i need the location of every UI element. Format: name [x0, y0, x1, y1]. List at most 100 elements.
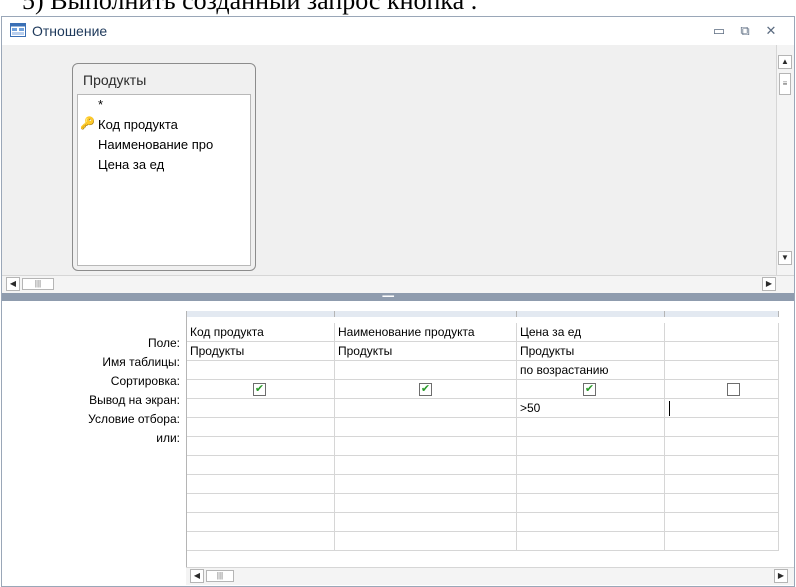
- cell-criteria[interactable]: >50: [517, 399, 665, 418]
- upper-vertical-scrollbar[interactable]: ▲ ≡ ▼: [776, 45, 794, 275]
- scroll-right-icon[interactable]: ▶: [774, 569, 788, 583]
- cell-empty[interactable]: [665, 456, 779, 475]
- primary-key-icon: 🔑: [80, 116, 95, 130]
- query-window: Отношение ▭ ⧉ ✕ Продукты * 🔑 Код продукт…: [1, 16, 795, 587]
- title-bar: Отношение ▭ ⧉ ✕: [2, 17, 794, 45]
- cell-empty[interactable]: [187, 532, 335, 551]
- scroll-up-icon[interactable]: ▲: [778, 55, 792, 69]
- cell-field[interactable]: Цена за ед: [517, 323, 665, 342]
- row-label-criteria: Условие отбора:: [88, 412, 180, 426]
- upper-horizontal-scrollbar[interactable]: ◀ ||| ▶: [2, 275, 794, 293]
- cell-sort[interactable]: [335, 361, 517, 380]
- grid-column: [665, 311, 779, 551]
- text-cursor: [669, 401, 670, 416]
- cell-criteria[interactable]: [335, 399, 517, 418]
- query-window-icon: [10, 23, 26, 37]
- cell-criteria[interactable]: [665, 399, 779, 418]
- window-title: Отношение: [32, 23, 108, 39]
- row-label-table: Имя таблицы:: [102, 355, 180, 369]
- cell-or[interactable]: [335, 418, 517, 437]
- minimize-icon: ▭: [712, 23, 726, 38]
- cell-empty[interactable]: [335, 513, 517, 532]
- cell-empty[interactable]: [335, 456, 517, 475]
- cell-empty[interactable]: [665, 494, 779, 513]
- scroll-right-icon[interactable]: ▶: [762, 277, 776, 291]
- cell-table[interactable]: Продукты: [187, 342, 335, 361]
- cell-table[interactable]: [665, 342, 779, 361]
- minimize-button[interactable]: ▭: [708, 21, 730, 41]
- table-pane[interactable]: Продукты * 🔑 Код продукта Наименование п…: [2, 45, 794, 293]
- field-item[interactable]: 🔑 Код продукта: [80, 116, 178, 132]
- cell-empty[interactable]: [517, 437, 665, 456]
- document-text: 5) Выполнить созданный запрос кнопка .: [22, 0, 478, 15]
- column-selector[interactable]: [335, 311, 517, 317]
- design-grid: Код продукта Продукты ✔ Наименование про…: [186, 311, 779, 567]
- column-selector[interactable]: [517, 311, 665, 317]
- cell-field[interactable]: [665, 323, 779, 342]
- table-name[interactable]: Продукты: [83, 72, 146, 88]
- field-all[interactable]: *: [98, 97, 103, 112]
- cell-or[interactable]: [517, 418, 665, 437]
- table-field-list[interactable]: Продукты * 🔑 Код продукта Наименование п…: [72, 63, 256, 271]
- cell-empty[interactable]: [517, 513, 665, 532]
- cell-empty[interactable]: [665, 437, 779, 456]
- scroll-thumb[interactable]: |||: [22, 278, 54, 290]
- grid-column: Код продукта Продукты ✔: [187, 311, 335, 551]
- cell-empty[interactable]: [665, 532, 779, 551]
- show-checkbox[interactable]: ✔: [419, 383, 432, 396]
- cell-field[interactable]: Наименование продукта: [335, 323, 517, 342]
- scroll-down-icon[interactable]: ▼: [778, 251, 792, 265]
- field-label: Код продукта: [98, 117, 178, 132]
- column-selector[interactable]: [187, 311, 335, 317]
- restore-icon: ⧉: [740, 23, 750, 38]
- cell-table[interactable]: Продукты: [335, 342, 517, 361]
- cell-empty[interactable]: [517, 456, 665, 475]
- cell-empty[interactable]: [187, 456, 335, 475]
- row-label-field: Поле:: [147, 336, 180, 350]
- scroll-left-icon[interactable]: ◀: [190, 569, 204, 583]
- row-label-or: или:: [156, 431, 180, 445]
- pane-splitter[interactable]: ▪▪▪▪▪▪▪▪▪▪: [2, 293, 794, 301]
- cell-empty[interactable]: [665, 513, 779, 532]
- design-grid-pane: Поле: Имя таблицы: Сортировка: Вывод на …: [2, 301, 794, 586]
- cell-or[interactable]: [665, 418, 779, 437]
- show-checkbox[interactable]: ✔: [253, 383, 266, 396]
- cell-empty[interactable]: [187, 437, 335, 456]
- cell-empty[interactable]: [517, 494, 665, 513]
- cell-empty[interactable]: [517, 475, 665, 494]
- cell-table[interactable]: Продукты: [517, 342, 665, 361]
- checkmark-icon: ✔: [584, 383, 595, 395]
- cell-empty[interactable]: [335, 532, 517, 551]
- cell-empty[interactable]: [335, 437, 517, 456]
- restore-button[interactable]: ⧉: [734, 21, 756, 41]
- cell-sort[interactable]: [187, 361, 335, 380]
- field-list[interactable]: * 🔑 Код продукта Наименование про Цена з…: [77, 94, 251, 266]
- scroll-left-icon[interactable]: ◀: [6, 277, 20, 291]
- cell-criteria[interactable]: [187, 399, 335, 418]
- column-selector[interactable]: [665, 311, 779, 317]
- close-icon: ✕: [765, 23, 777, 38]
- show-checkbox[interactable]: ✔: [583, 383, 596, 396]
- close-button[interactable]: ✕: [760, 21, 782, 41]
- cell-field[interactable]: Код продукта: [187, 323, 335, 342]
- cell-empty[interactable]: [665, 475, 779, 494]
- cell-empty[interactable]: [517, 532, 665, 551]
- cell-empty[interactable]: [335, 494, 517, 513]
- splitter-grip-icon: ▪▪▪▪▪▪▪▪▪▪: [382, 294, 394, 300]
- show-checkbox[interactable]: [727, 383, 740, 396]
- cell-empty[interactable]: [335, 475, 517, 494]
- cell-sort[interactable]: [665, 361, 779, 380]
- field-item[interactable]: Наименование про: [98, 137, 213, 152]
- grid-column: Цена за ед Продукты по возрастанию ✔ >50: [517, 311, 665, 551]
- cell-or[interactable]: [187, 418, 335, 437]
- grid-horizontal-scrollbar[interactable]: ◀ ||| ▶: [186, 567, 794, 585]
- scroll-thumb[interactable]: |||: [206, 570, 234, 582]
- cell-empty[interactable]: [187, 494, 335, 513]
- cell-empty[interactable]: [187, 513, 335, 532]
- cell-show: [665, 380, 779, 399]
- scroll-thumb[interactable]: ≡: [779, 73, 791, 95]
- cell-empty[interactable]: [187, 475, 335, 494]
- field-item[interactable]: Цена за ед: [98, 157, 164, 172]
- cell-sort[interactable]: по возрастанию: [517, 361, 665, 380]
- grid-column: Наименование продукта Продукты ✔: [335, 311, 517, 551]
